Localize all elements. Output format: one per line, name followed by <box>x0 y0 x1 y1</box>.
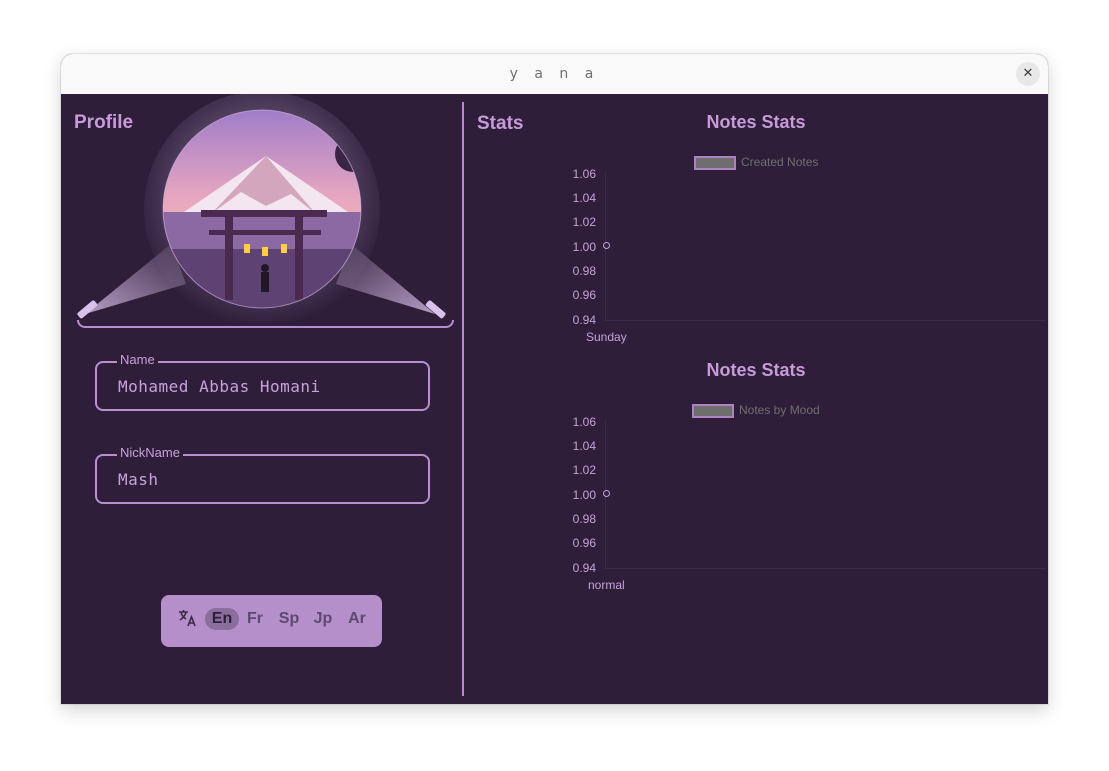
name-value[interactable]: Mohamed Abbas Homani <box>118 377 321 396</box>
y-tick: 0.98 <box>572 512 596 526</box>
chart-title: Notes Stats <box>706 360 806 380</box>
translate-icon[interactable] <box>177 608 197 628</box>
y-tick: 1.00 <box>572 240 596 254</box>
legend-swatch[interactable] <box>692 404 734 418</box>
lang-option-sp[interactable]: Sp <box>276 608 302 630</box>
x-tick: Sunday <box>586 330 627 344</box>
mood-notes-chart: Notes Stats Notes by Mood 1.06 1.04 1.02… <box>466 354 1046 604</box>
lang-option-jp[interactable]: Jp <box>310 608 336 630</box>
avatar-base-line <box>77 320 454 328</box>
lang-option-fr[interactable]: Fr <box>243 608 267 630</box>
plot-area <box>605 172 1046 321</box>
y-tick: 0.94 <box>572 561 596 575</box>
y-tick: 1.02 <box>572 463 596 477</box>
x-tick: normal <box>588 578 625 592</box>
y-tick: 1.02 <box>572 215 596 229</box>
main-content: Profile Name Mohamed Abbas Homani NickNa… <box>61 91 1048 704</box>
title-bar[interactable]: y a n a ✕ <box>61 54 1048 95</box>
avatar-area <box>61 91 461 334</box>
window-title: y a n a <box>509 66 600 82</box>
panel-divider <box>462 102 464 696</box>
legend-swatch[interactable] <box>694 156 736 170</box>
lang-option-en[interactable]: En <box>205 608 239 630</box>
data-point[interactable] <box>603 242 610 249</box>
nickname-label: NickName <box>117 445 183 460</box>
y-tick: 0.94 <box>572 313 596 327</box>
y-tick: 1.06 <box>572 167 596 181</box>
nickname-value[interactable]: Mash <box>118 470 159 489</box>
y-tick: 0.98 <box>572 264 596 278</box>
name-field[interactable]: Name Mohamed Abbas Homani <box>95 352 430 411</box>
name-label: Name <box>117 352 158 367</box>
avatar-illustration <box>77 91 446 327</box>
y-tick: 0.96 <box>572 288 596 302</box>
y-tick: 1.00 <box>572 488 596 502</box>
legend-label: Created Notes <box>741 155 819 169</box>
lang-option-ar[interactable]: Ar <box>344 608 370 630</box>
chart-title: Notes Stats <box>706 112 806 132</box>
nickname-field[interactable]: NickName Mash <box>95 445 430 504</box>
close-button[interactable]: ✕ <box>1016 62 1040 86</box>
y-tick: 0.96 <box>572 536 596 550</box>
y-tick: 1.04 <box>572 191 596 205</box>
y-tick: 1.06 <box>572 415 596 429</box>
y-tick: 1.04 <box>572 439 596 453</box>
created-notes-chart: Notes Stats Created Notes 1.06 1.04 1.02… <box>466 106 1046 356</box>
plot-area <box>605 420 1046 569</box>
legend-label: Notes by Mood <box>739 403 820 417</box>
data-point[interactable] <box>603 490 610 497</box>
language-selector: En Fr Sp Jp Ar <box>161 595 382 647</box>
app-window: y a n a ✕ Profile Name Mohamed Abbas Hom… <box>61 54 1048 704</box>
